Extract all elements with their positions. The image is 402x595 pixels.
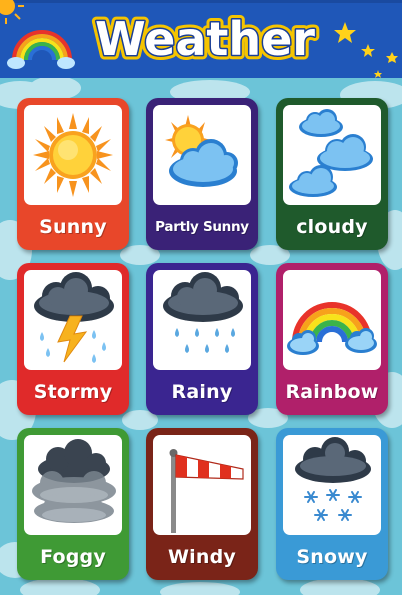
card-partly-sunny[interactable]: Partly Sunny [146, 98, 258, 250]
card-label: Partly Sunny [155, 219, 249, 235]
sun-icon [33, 113, 113, 197]
card-label: Sunny [39, 216, 107, 238]
header-banner: Weather Weather [0, 0, 402, 78]
partly-sunny-icon [165, 115, 238, 187]
header-moon-icon [370, 8, 398, 43]
card-label: Rainbow [285, 381, 379, 403]
card-cloudy[interactable]: cloudy [276, 98, 388, 250]
title-outline: Weather [95, 12, 315, 66]
card-picture [153, 435, 251, 535]
header-stars-icon [334, 22, 398, 78]
card-windy[interactable]: Windy [146, 428, 258, 580]
rain-icon [163, 272, 243, 353]
card-stormy[interactable]: Stormy [17, 263, 129, 415]
card-rainy[interactable]: Rainy [146, 263, 258, 415]
storm-icon [34, 272, 114, 363]
card-foggy[interactable]: Foggy [17, 428, 129, 580]
card-label: Windy [168, 546, 236, 568]
header-rainbow-icon [7, 30, 75, 69]
header-sun-icon [0, 0, 24, 24]
card-picture [24, 435, 122, 535]
card-picture [153, 270, 251, 370]
header-art: Weather Weather [0, 0, 398, 78]
card-rainbow[interactable]: Rainbow [276, 263, 388, 415]
card-label: Stormy [33, 381, 113, 403]
card-label: Snowy [296, 546, 368, 568]
snow-icon [295, 437, 371, 521]
card-picture [153, 105, 251, 205]
card-picture [283, 105, 381, 205]
card-sunny[interactable]: Sunny [17, 98, 129, 250]
card-label: Foggy [40, 546, 106, 568]
card-label: Rainy [171, 381, 233, 403]
windsock-icon [169, 449, 244, 533]
card-picture [283, 270, 381, 370]
card-label: cloudy [296, 216, 368, 238]
card-picture [283, 435, 381, 535]
card-snowy[interactable]: Snowy [276, 428, 388, 580]
fog-icon [32, 439, 116, 523]
rainbow-icon [287, 302, 377, 355]
card-picture [24, 105, 122, 205]
cloudy-icon [289, 109, 373, 197]
card-picture [24, 270, 122, 370]
